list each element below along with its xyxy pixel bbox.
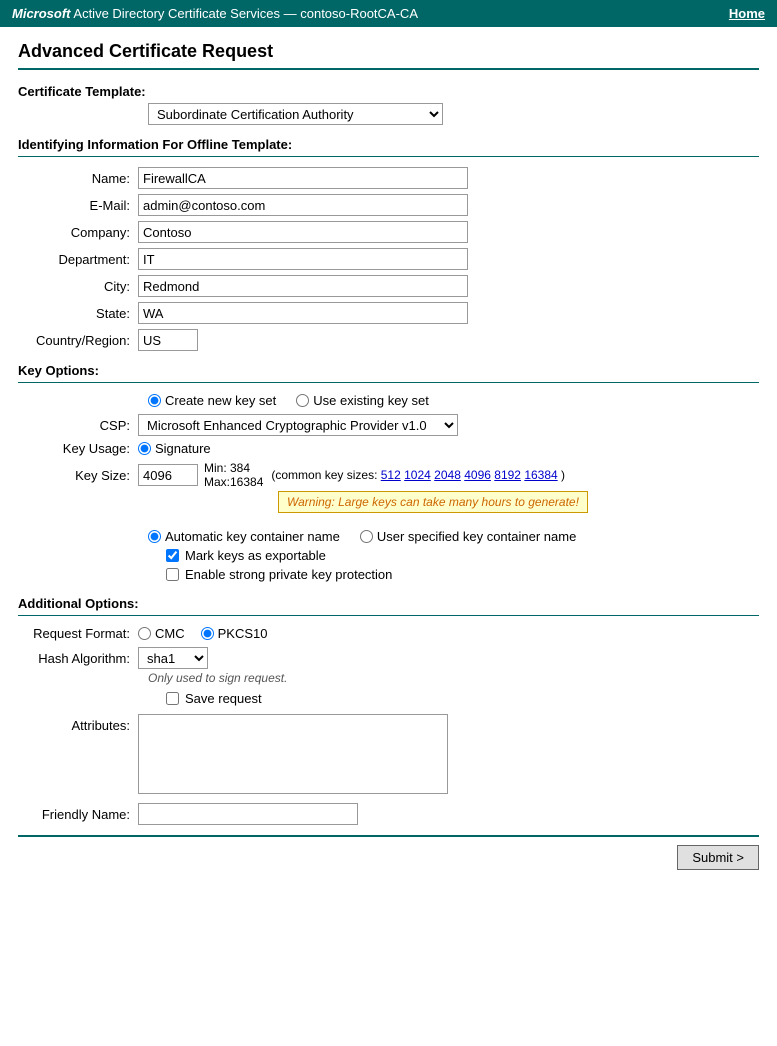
attributes-textarea-wrapper <box>138 714 448 797</box>
friendly-name-label: Friendly Name: <box>18 807 138 822</box>
additional-options-title: Additional Options: <box>18 596 759 611</box>
key-options-title: Key Options: <box>18 363 759 378</box>
friendly-name-row: Friendly Name: <box>18 803 759 825</box>
key-size-512-link[interactable]: 512 <box>381 468 401 482</box>
country-label: Country/Region: <box>18 333 138 348</box>
attributes-label: Attributes: <box>18 714 138 733</box>
state-label: State: <box>18 306 138 321</box>
key-usage-label: Key Usage: <box>18 441 138 456</box>
country-input[interactable] <box>138 329 198 351</box>
page-content: Advanced Certificate Request Certificate… <box>0 27 777 884</box>
page-title: Advanced Certificate Request <box>18 41 759 62</box>
mark-exportable-label[interactable]: Mark keys as exportable <box>185 548 326 563</box>
create-new-key-label[interactable]: Create new key set <box>148 393 276 408</box>
use-existing-key-label[interactable]: Use existing key set <box>296 393 429 408</box>
key-size-row: Key Size: Min: 384 Max:16384 (common key… <box>18 461 759 489</box>
key-usage-signature-label[interactable]: Signature <box>138 441 211 456</box>
key-size-2048-link[interactable]: 2048 <box>434 468 461 482</box>
identifying-info-title: Identifying Information For Offline Temp… <box>18 137 759 152</box>
container-name-row: Automatic key container name User specif… <box>148 529 759 544</box>
header-title: Microsoft Active Directory Certificate S… <box>12 6 418 21</box>
key-size-warning-wrapper: Warning: Large keys can take many hours … <box>148 491 759 521</box>
key-options-section: Key Options: Create new key set Use exis… <box>18 363 759 582</box>
hash-algorithm-select[interactable]: sha1 <box>138 647 208 669</box>
save-request-label[interactable]: Save request <box>185 691 262 706</box>
cert-template-row: Subordinate Certification Authority <box>148 103 759 125</box>
cert-template-label: Certificate Template: <box>18 84 759 99</box>
key-size-label: Key Size: <box>18 468 138 483</box>
cmc-option-label[interactable]: CMC <box>138 626 185 641</box>
home-link[interactable]: Home <box>729 6 765 21</box>
enable-strong-protection-label[interactable]: Enable strong private key protection <box>185 567 392 582</box>
use-existing-key-radio[interactable] <box>296 394 309 407</box>
user-container-radio[interactable] <box>360 530 373 543</box>
request-format-label: Request Format: <box>18 626 138 641</box>
key-size-minmax: Min: 384 Max:16384 <box>204 461 263 489</box>
company-label: Company: <box>18 225 138 240</box>
attributes-textarea[interactable] <box>138 714 448 794</box>
brand-name: Microsoft <box>12 6 71 21</box>
request-format-row: Request Format: CMC PKCS10 <box>18 626 759 641</box>
csp-label: CSP: <box>18 418 138 433</box>
header-app-title: Active Directory Certificate Services — … <box>71 6 419 21</box>
mark-exportable-row: Mark keys as exportable <box>166 548 759 563</box>
city-label: City: <box>18 279 138 294</box>
state-input[interactable] <box>138 302 468 324</box>
key-size-warning: Warning: Large keys can take many hours … <box>278 491 588 513</box>
pkcs10-option-label[interactable]: PKCS10 <box>201 626 268 641</box>
create-new-key-radio[interactable] <box>148 394 161 407</box>
mark-exportable-checkbox[interactable] <box>166 549 179 562</box>
auto-container-label[interactable]: Automatic key container name <box>148 529 340 544</box>
user-container-label[interactable]: User specified key container name <box>360 529 576 544</box>
enable-strong-protection-checkbox[interactable] <box>166 568 179 581</box>
key-size-4096-link[interactable]: 4096 <box>464 468 491 482</box>
city-row: City: <box>18 275 759 297</box>
csp-row: CSP: Microsoft Enhanced Cryptographic Pr… <box>18 414 759 436</box>
hash-algorithm-label: Hash Algorithm: <box>18 651 138 666</box>
name-row: Name: <box>18 167 759 189</box>
name-label: Name: <box>18 171 138 186</box>
email-input[interactable] <box>138 194 468 216</box>
enable-strong-protection-row: Enable strong private key protection <box>166 567 759 582</box>
cmc-radio[interactable] <box>138 627 151 640</box>
identifying-info-divider <box>18 156 759 157</box>
auto-container-radio[interactable] <box>148 530 161 543</box>
save-request-row: Save request <box>166 691 759 706</box>
cert-template-select[interactable]: Subordinate Certification Authority <box>148 103 443 125</box>
name-input[interactable] <box>138 167 468 189</box>
key-size-1024-link[interactable]: 1024 <box>404 468 431 482</box>
hash-algorithm-row: Hash Algorithm: sha1 <box>18 647 759 669</box>
key-size-16384-link[interactable]: 16384 <box>524 468 557 482</box>
key-usage-signature-radio[interactable] <box>138 442 151 455</box>
department-label: Department: <box>18 252 138 267</box>
country-row: Country/Region: <box>18 329 759 351</box>
key-size-common-sizes: (common key sizes: 512 1024 2048 4096 81… <box>271 468 565 482</box>
hash-note: Only used to sign request. <box>148 671 759 685</box>
state-row: State: <box>18 302 759 324</box>
pkcs10-radio[interactable] <box>201 627 214 640</box>
key-set-row: Create new key set Use existing key set <box>148 393 759 408</box>
page-header: Microsoft Active Directory Certificate S… <box>0 0 777 27</box>
submit-button[interactable]: Submit > <box>677 845 759 870</box>
friendly-name-input[interactable] <box>138 803 358 825</box>
attributes-row: Attributes: <box>18 714 759 797</box>
key-options-divider <box>18 382 759 383</box>
department-row: Department: <box>18 248 759 270</box>
additional-options-section: Additional Options: Request Format: CMC … <box>18 596 759 825</box>
page-divider <box>18 68 759 70</box>
save-request-checkbox[interactable] <box>166 692 179 705</box>
company-input[interactable] <box>138 221 468 243</box>
department-input[interactable] <box>138 248 468 270</box>
csp-select[interactable]: Microsoft Enhanced Cryptographic Provide… <box>138 414 458 436</box>
email-row: E-Mail: <box>18 194 759 216</box>
submit-area: Submit > <box>18 835 759 870</box>
additional-options-divider <box>18 615 759 616</box>
key-size-input[interactable] <box>138 464 198 486</box>
key-usage-row: Key Usage: Signature <box>18 441 759 456</box>
key-size-8192-link[interactable]: 8192 <box>494 468 521 482</box>
city-input[interactable] <box>138 275 468 297</box>
company-row: Company: <box>18 221 759 243</box>
email-label: E-Mail: <box>18 198 138 213</box>
